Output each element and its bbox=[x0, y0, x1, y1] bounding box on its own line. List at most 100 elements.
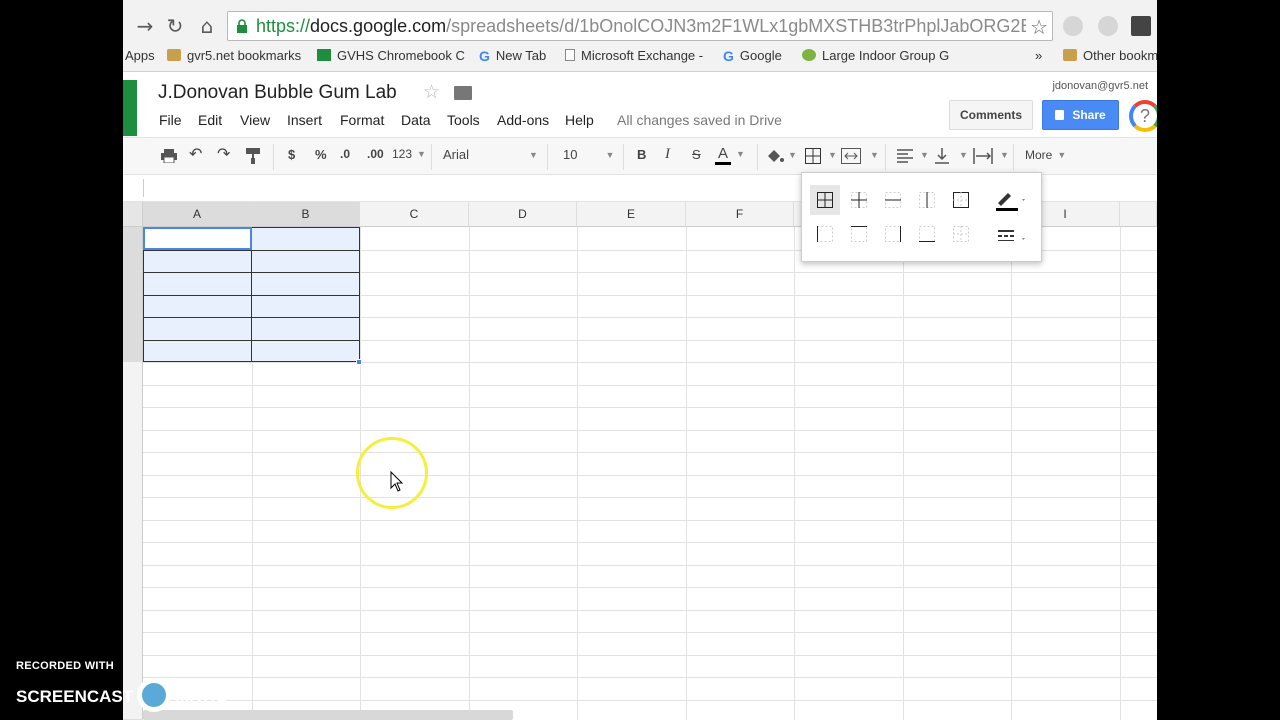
save-status[interactable]: All changes saved in Drive bbox=[617, 112, 782, 128]
row-header[interactable] bbox=[123, 340, 143, 362]
vertical-align-icon[interactable] bbox=[935, 148, 949, 164]
chevron-down-icon[interactable]: ▼ bbox=[870, 150, 879, 160]
right-border-option[interactable] bbox=[878, 219, 908, 249]
text-color-button[interactable]: A ▼ bbox=[715, 145, 745, 165]
gridline bbox=[143, 677, 1157, 678]
share-button[interactable]: Share bbox=[1042, 100, 1119, 130]
column-header-c[interactable]: C bbox=[360, 202, 469, 227]
menu-format[interactable]: Format bbox=[340, 112, 384, 128]
fill-handle[interactable] bbox=[356, 359, 362, 365]
menu-view[interactable]: View bbox=[240, 112, 270, 128]
chevron-down-icon[interactable]: ▼ bbox=[1000, 150, 1009, 160]
document-title[interactable]: J.Donovan Bubble Gum Lab bbox=[158, 82, 397, 104]
chevron-down-icon[interactable]: ▼ bbox=[828, 150, 837, 160]
merge-cells-icon[interactable] bbox=[841, 148, 861, 164]
chevron-down-icon[interactable]: ▼ bbox=[788, 150, 797, 160]
menu-file[interactable]: File bbox=[159, 112, 182, 128]
watermark-line-1: RECORDED WITH bbox=[16, 660, 115, 672]
clear-borders-option[interactable] bbox=[946, 219, 976, 249]
column-header-e[interactable]: E bbox=[577, 202, 686, 227]
bookmark-gvhs[interactable]: GVHS Chromebook C bbox=[317, 48, 465, 63]
row-header[interactable] bbox=[123, 227, 143, 250]
menu-edit[interactable]: Edit bbox=[198, 112, 222, 128]
folder-icon[interactable] bbox=[454, 86, 472, 100]
bookmark-apps[interactable]: Apps bbox=[125, 48, 155, 63]
chevron-down-icon[interactable]: ▼ bbox=[920, 150, 929, 160]
undo-icon[interactable]: ↶ bbox=[189, 144, 202, 164]
home-icon[interactable]: ⌂ bbox=[195, 13, 219, 39]
row-header[interactable] bbox=[123, 272, 143, 295]
star-icon[interactable]: ☆ bbox=[423, 81, 440, 103]
select-all-corner[interactable] bbox=[123, 202, 143, 227]
gridline bbox=[1120, 227, 1121, 720]
bookmark-indoor-group[interactable]: Large Indoor Group G bbox=[802, 48, 949, 63]
text-wrap-icon[interactable] bbox=[973, 148, 993, 164]
row-header[interactable] bbox=[123, 295, 143, 317]
italic-button[interactable]: I bbox=[665, 146, 670, 163]
align-left-icon[interactable] bbox=[897, 149, 913, 163]
decrease-decimal-button[interactable]: .0 bbox=[340, 147, 350, 161]
bookmark-new-tab[interactable]: G New Tab bbox=[479, 48, 546, 64]
bookmark-star-icon[interactable]: ☆ bbox=[1030, 15, 1048, 39]
menu-help[interactable]: Help bbox=[565, 112, 594, 128]
row-header[interactable] bbox=[123, 250, 143, 272]
menu-insert[interactable]: Insert bbox=[287, 112, 322, 128]
extension-icon[interactable] bbox=[1098, 16, 1118, 36]
column-header-j[interactable] bbox=[1120, 202, 1157, 227]
print-icon[interactable] bbox=[161, 149, 177, 163]
forward-icon[interactable]: → bbox=[133, 13, 157, 39]
font-size-select[interactable]: 10 ▼ bbox=[563, 147, 614, 162]
row-header[interactable] bbox=[123, 317, 143, 340]
outer-borders-option[interactable] bbox=[946, 185, 976, 215]
column-header-a[interactable]: A bbox=[143, 202, 252, 227]
borders-icon[interactable] bbox=[805, 148, 821, 164]
inner-borders-icon bbox=[851, 192, 867, 208]
left-border-option[interactable] bbox=[810, 219, 840, 249]
redo-icon[interactable]: ↷ bbox=[217, 144, 230, 164]
reload-icon[interactable]: ↻ bbox=[163, 13, 187, 39]
strikethrough-button[interactable]: S bbox=[692, 147, 701, 162]
font-size-value: 10 bbox=[563, 147, 578, 162]
inner-borders-option[interactable] bbox=[844, 185, 874, 215]
bold-button[interactable]: B bbox=[637, 147, 646, 162]
bookmarks-overflow[interactable]: » bbox=[1035, 48, 1042, 63]
percent-format-button[interactable]: % bbox=[315, 147, 327, 162]
bookmark-other[interactable]: Other bookm bbox=[1063, 48, 1157, 63]
fill-color-icon[interactable] bbox=[766, 148, 784, 164]
paint-format-icon[interactable] bbox=[246, 148, 260, 164]
toolbar-divider bbox=[431, 144, 432, 170]
more-button[interactable]: More ▼ bbox=[1025, 148, 1066, 162]
active-cell[interactable] bbox=[143, 227, 252, 250]
extension-film-icon[interactable] bbox=[1131, 16, 1151, 36]
url-host: docs.google.com bbox=[310, 16, 447, 36]
all-borders-option[interactable] bbox=[810, 185, 840, 215]
menu-data[interactable]: Data bbox=[401, 112, 431, 128]
column-header-f[interactable]: F bbox=[686, 202, 794, 227]
currency-format-button[interactable]: $ bbox=[288, 147, 295, 162]
url-field[interactable]: https://docs.google.com/spreadsheets/d/1… bbox=[227, 11, 1053, 41]
bookmark-gvr5[interactable]: gvr5.net bookmarks bbox=[167, 48, 301, 63]
border-color-icon[interactable] bbox=[992, 185, 1028, 215]
border-style-icon[interactable] bbox=[992, 221, 1028, 251]
sheets-logo-icon[interactable] bbox=[123, 80, 137, 136]
column-header-d[interactable]: D bbox=[469, 202, 577, 227]
formula-input[interactable] bbox=[143, 179, 144, 197]
extension-help-icon[interactable] bbox=[1063, 16, 1083, 36]
comments-button[interactable]: Comments bbox=[949, 100, 1033, 130]
user-email[interactable]: jdonovan@gvr5.net bbox=[1052, 80, 1148, 92]
menu-addons[interactable]: Add-ons bbox=[497, 112, 549, 128]
more-formats-button[interactable]: 123 ▼ bbox=[392, 147, 426, 161]
menu-tools[interactable]: Tools bbox=[447, 112, 480, 128]
bottom-border-option[interactable] bbox=[912, 219, 942, 249]
bookmark-exchange[interactable]: Microsoft Exchange - bbox=[565, 48, 703, 63]
help-icon[interactable]: ? bbox=[1129, 100, 1157, 132]
horizontal-borders-option[interactable] bbox=[878, 185, 908, 215]
top-border-option[interactable] bbox=[844, 219, 874, 249]
chevron-down-icon[interactable]: ▼ bbox=[959, 150, 968, 160]
bookmark-google[interactable]: G Google bbox=[723, 48, 782, 64]
vertical-borders-option[interactable] bbox=[912, 185, 942, 215]
column-header-b[interactable]: B bbox=[252, 202, 360, 227]
spreadsheet-grid[interactable]: A B C D E F G H I bbox=[123, 202, 1157, 720]
increase-decimal-button[interactable]: .00 bbox=[367, 147, 384, 161]
font-family-select[interactable]: Arial ▼ bbox=[443, 147, 538, 162]
